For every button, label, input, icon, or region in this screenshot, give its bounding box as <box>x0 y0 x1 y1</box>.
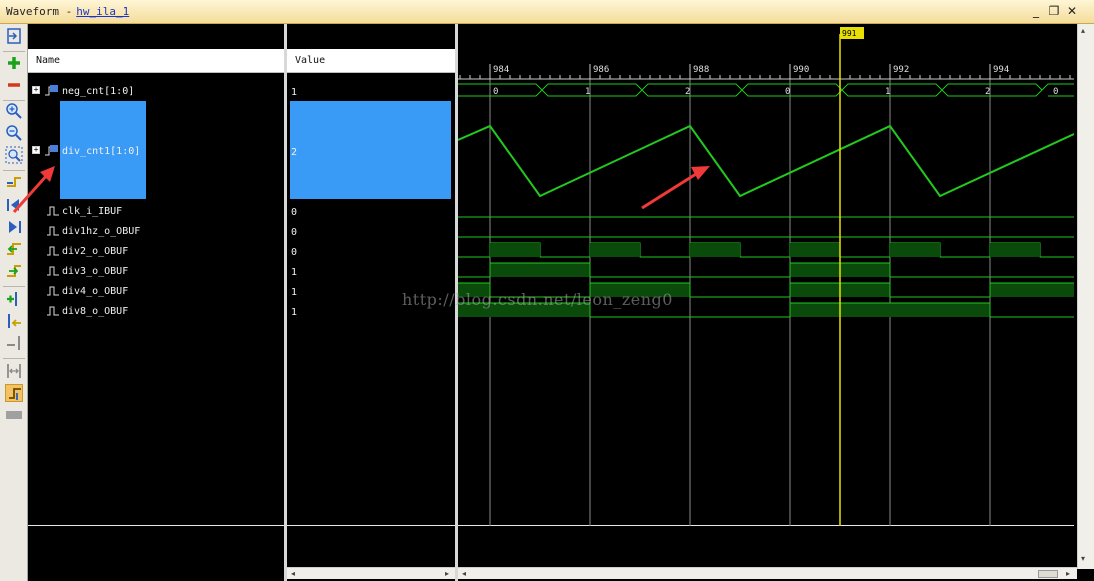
bus-value-label: 0 <box>1053 87 1058 97</box>
signal-value: 0 <box>291 207 298 218</box>
selected-row-value-highlight <box>290 101 451 199</box>
close-button[interactable]: ✕ <box>1064 3 1080 19</box>
previous-transition-icon[interactable] <box>5 240 23 258</box>
signal-value: 1 <box>291 307 298 318</box>
watermark-text: http://blog.csdn.net/leon_zeng0 <box>402 290 673 309</box>
go-to-end-icon[interactable] <box>5 218 23 236</box>
remove-icon[interactable] <box>5 76 23 94</box>
neg-cnt-bus-wave <box>458 83 1074 97</box>
zoom-to-marker-icon[interactable] <box>5 27 23 45</box>
signal-name: div8_o_OBUF <box>62 306 129 317</box>
column-splitter[interactable] <box>284 24 287 581</box>
scroll-right-icon[interactable]: ▸ <box>1062 568 1074 580</box>
name-column-header[interactable]: Name <box>28 49 284 73</box>
value-hscrollbar[interactable]: ◂ ▸ <box>287 567 455 579</box>
bus-value-label: 0 <box>493 87 498 97</box>
signal-name: clk_i_IBUF <box>62 206 123 217</box>
bus-value-label: 2 <box>685 87 690 97</box>
signal-value: 1 <box>291 267 298 278</box>
signal-name: div_cnt1[1:0] <box>62 146 141 157</box>
time-tick-label: 992 <box>893 65 909 75</box>
go-to-start-icon[interactable] <box>5 196 23 214</box>
window-title-bar: Waveform - hw_ila_1 _ ❐ ✕ <box>0 0 1094 24</box>
time-tick-label: 990 <box>793 65 809 75</box>
signal-value: 0 <box>291 227 298 238</box>
signal-name: div1hz_o_OBUF <box>62 226 141 237</box>
bus-value-label: 0 <box>785 87 790 97</box>
signal-name: div2_o_OBUF <box>62 246 129 257</box>
div-cnt1-analog-wave <box>458 124 1074 198</box>
signal-value: 0 <box>291 247 298 258</box>
window-title-label: Waveform - <box>6 5 73 18</box>
wave-vscrollbar[interactable]: ▴ ▾ <box>1077 24 1094 569</box>
next-transition-icon[interactable] <box>5 262 23 280</box>
swap-cursors-icon[interactable] <box>5 362 23 380</box>
add-marker-icon[interactable] <box>5 290 23 308</box>
div3-wave <box>458 262 1074 278</box>
scroll-up-icon[interactable]: ▴ <box>1081 26 1085 35</box>
snap-to-transition-icon[interactable] <box>5 384 23 402</box>
cursor-time-label: 991 <box>842 29 857 38</box>
scroll-left-icon[interactable]: ◂ <box>458 568 470 580</box>
bus-icon <box>45 85 58 96</box>
zoom-fit-icon[interactable] <box>5 146 23 164</box>
bus-value-label: 2 <box>985 87 990 97</box>
div2-wave <box>458 242 1074 258</box>
go-to-cursor-icon[interactable] <box>5 174 23 192</box>
scroll-down-icon[interactable]: ▾ <box>1081 554 1085 563</box>
signal-value: 1 <box>291 87 298 98</box>
value-column-header[interactable]: Value <box>287 49 455 73</box>
wire-icon <box>47 306 59 316</box>
minimize-button[interactable]: _ <box>1028 3 1044 19</box>
bus-icon <box>45 145 58 156</box>
signal-name: neg_cnt[1:0] <box>62 86 135 97</box>
signal-name: div4_o_OBUF <box>62 286 129 297</box>
wire-icon <box>47 286 59 296</box>
expand-icon[interactable]: + <box>32 146 40 154</box>
wire-icon <box>47 246 59 256</box>
wire-icon <box>47 266 59 276</box>
wave-hscrollbar[interactable]: ◂ ▸ <box>458 567 1077 579</box>
window-title: Waveform - hw_ila_1 <box>6 5 129 18</box>
window-title-link[interactable]: hw_ila_1 <box>76 5 129 18</box>
wire-icon <box>47 206 59 216</box>
expand-icon[interactable]: + <box>32 86 40 94</box>
bus-value-label: 1 <box>585 87 590 97</box>
time-tick-label: 988 <box>693 65 709 75</box>
signal-name: div3_o_OBUF <box>62 266 129 277</box>
scroll-thumb[interactable] <box>1038 570 1058 578</box>
floating-ruler-icon[interactable] <box>5 406 23 424</box>
signal-value: 2 <box>291 147 298 158</box>
zoom-in-icon[interactable] <box>5 102 23 120</box>
time-tick-label: 984 <box>493 65 509 75</box>
time-tick-label: 994 <box>993 65 1009 75</box>
previous-marker-icon[interactable] <box>5 312 23 330</box>
zoom-out-icon[interactable] <box>5 124 23 142</box>
scroll-left-icon[interactable]: ◂ <box>287 568 299 580</box>
scroll-right-icon[interactable]: ▸ <box>441 568 453 580</box>
signal-value: 1 <box>291 287 298 298</box>
wire-icon <box>47 226 59 236</box>
restore-button[interactable]: ❐ <box>1046 3 1062 19</box>
bus-value-label: 1 <box>885 87 890 97</box>
time-tick-label: 986 <box>593 65 609 75</box>
add-icon[interactable] <box>5 54 23 72</box>
next-marker-icon[interactable] <box>5 334 23 352</box>
annotation-arrow-right <box>641 166 710 210</box>
waveform-toolbar <box>0 24 28 581</box>
